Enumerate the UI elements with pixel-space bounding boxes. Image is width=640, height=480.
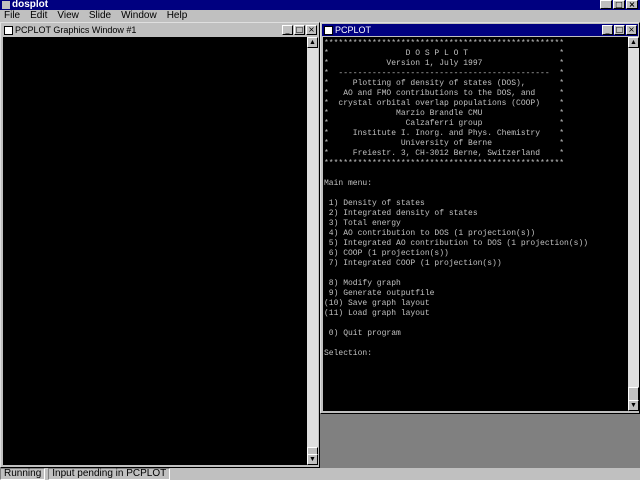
console-line: (10) Save graph layout	[324, 299, 430, 308]
graphics-minimize-button[interactable]: _	[282, 25, 293, 35]
console-line: * --------------------------------------…	[324, 69, 565, 78]
console-line: * Version 1, July 1997 *	[324, 59, 565, 68]
console-line: * Calzaferri group *	[324, 119, 565, 128]
console-minimize-button[interactable]: _	[602, 25, 613, 35]
console-line: 6) COOP (1 projection(s))	[324, 249, 449, 258]
menu-edit[interactable]: Edit	[26, 10, 53, 22]
console-line: * Freiestr. 3, CH-3012 Berne, Switzerlan…	[324, 149, 565, 158]
window-icon[interactable]	[324, 26, 333, 35]
console-line: ****************************************…	[324, 159, 565, 168]
graphics-window: PCPLOT Graphics Window #1 _ □ × ▲ ▼	[0, 22, 320, 468]
graphics-close-button[interactable]: ×	[306, 25, 317, 35]
console-window-title: PCPLOT	[335, 25, 372, 35]
scroll-down-arrow[interactable]: ▼	[628, 400, 639, 411]
status-running: Running	[0, 468, 46, 480]
console-maximize-button[interactable]: □	[614, 25, 625, 35]
graphics-maximize-button[interactable]: □	[294, 25, 305, 35]
mdi-workspace: PCPLOT Graphics Window #1 _ □ × ▲ ▼ PCPL…	[0, 22, 640, 468]
menu-window[interactable]: Window	[117, 10, 163, 22]
console-line: 1) Density of states	[324, 199, 425, 208]
console-line: 3) Total energy	[324, 219, 401, 228]
console-line: * Marzio Brandle CMU *	[324, 109, 565, 118]
close-button[interactable]: ×	[626, 0, 638, 9]
scroll-up-arrow[interactable]: ▲	[628, 37, 639, 48]
graphics-vertical-scrollbar[interactable]: ▲ ▼	[307, 37, 318, 465]
console-line: 4) AO contribution to DOS (1 projection(…	[324, 229, 536, 238]
graphics-window-title: PCPLOT Graphics Window #1	[15, 25, 137, 35]
console-line: 2) Integrated density of states	[324, 209, 478, 218]
console-line: * crystal orbital overlap populations (C…	[324, 99, 565, 108]
scroll-thumb[interactable]	[628, 387, 639, 401]
console-line: Main menu:	[324, 179, 373, 188]
console-window-title-bar[interactable]: PCPLOT _ □ ×	[322, 24, 638, 36]
console-line: (11) Load graph layout	[324, 309, 430, 318]
app-title-bar[interactable]: dosplot _ □ ×	[0, 0, 640, 10]
status-bar: Running Input pending in PCPLOT	[0, 468, 640, 480]
console-line: Selection:	[324, 349, 373, 358]
menu-bar: File Edit View Slide Window Help	[0, 10, 640, 22]
console-line: 7) Integrated COOP (1 projection(s))	[324, 259, 502, 268]
console-line: * Institute I. Inorg. and Phys. Chemistr…	[324, 129, 565, 138]
menu-file[interactable]: File	[0, 10, 26, 22]
menu-slide[interactable]: Slide	[85, 10, 117, 22]
console-line: * D O S P L O T *	[324, 49, 565, 58]
graphics-window-title-bar[interactable]: PCPLOT Graphics Window #1 _ □ ×	[2, 24, 318, 36]
console-line: * University of Berne *	[324, 139, 565, 148]
console-line: 9) Generate outputfile	[324, 289, 435, 298]
scroll-down-arrow[interactable]: ▼	[307, 454, 318, 465]
app-icon[interactable]	[2, 1, 10, 9]
status-message: Input pending in PCPLOT	[48, 468, 171, 480]
app-title: dosplot	[12, 0, 49, 10]
menu-help[interactable]: Help	[163, 10, 194, 22]
console-line: ****************************************…	[324, 39, 565, 48]
console-vertical-scrollbar[interactable]: ▲ ▼	[628, 37, 639, 411]
scroll-up-arrow[interactable]: ▲	[307, 37, 318, 48]
console-window: PCPLOT _ □ × ***************************…	[320, 22, 640, 414]
window-icon[interactable]	[4, 26, 13, 35]
console-line: 0) Quit program	[324, 329, 401, 338]
console-line: * AO and FMO contributions to the DOS, a…	[324, 89, 565, 98]
menu-view[interactable]: View	[53, 10, 85, 22]
console-output[interactable]: ****************************************…	[323, 37, 629, 411]
graphics-canvas[interactable]	[3, 37, 307, 465]
console-line: 5) Integrated AO contribution to DOS (1 …	[324, 239, 589, 248]
console-line: 8) Modify graph	[324, 279, 401, 288]
maximize-button[interactable]: □	[613, 0, 625, 9]
console-line: * Plotting of density of states (DOS), *	[324, 79, 565, 88]
console-close-button[interactable]: ×	[626, 25, 637, 35]
minimize-button[interactable]: _	[600, 0, 612, 9]
